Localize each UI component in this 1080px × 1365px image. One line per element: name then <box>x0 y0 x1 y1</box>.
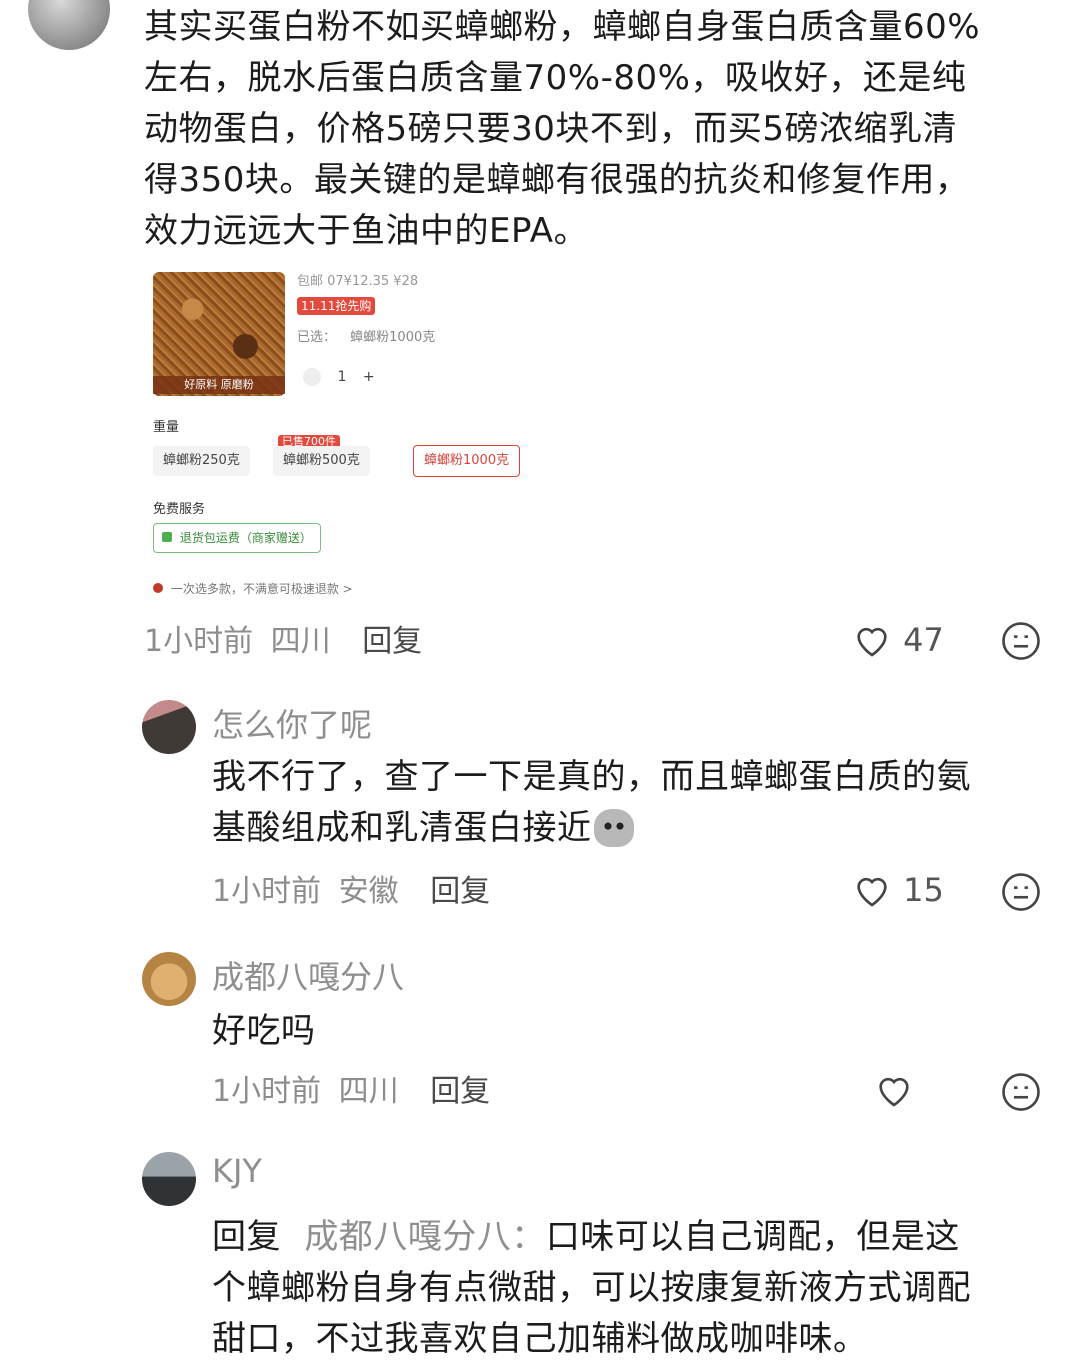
avatar[interactable] <box>142 1152 196 1206</box>
service-badge[interactable]: 退货包运费（商家赠送） <box>153 523 321 553</box>
option-500g[interactable]: 蟑螂粉500克 <box>273 446 370 476</box>
shield-icon <box>162 532 172 542</box>
cat-emoji-icon <box>593 809 634 847</box>
reply-to-user[interactable]: 成都八嘎分八： <box>304 1217 546 1257</box>
quantity-value: 1 <box>337 369 347 385</box>
like-button[interactable] <box>874 1070 914 1114</box>
comment-text: 回复 成都八嘎分八：口味可以自己调配，但是这 个蟑螂粉自身有点微甜，可以按康复新… <box>212 1217 971 1359</box>
username[interactable]: 怎么你了呢 <box>212 700 372 746</box>
like-count: 47 <box>903 621 944 659</box>
option-250g[interactable]: 蟑螂粉250克 <box>153 446 250 476</box>
reply-button[interactable]: 回复 <box>430 874 490 909</box>
minus-icon[interactable] <box>303 368 321 386</box>
comment-text: 好吃吗 <box>212 1011 316 1051</box>
reply-prefix: 回复 <box>212 1217 281 1257</box>
emoji-face-icon[interactable] <box>1000 1071 1042 1113</box>
emoji-face-icon[interactable] <box>1000 871 1042 913</box>
comment-text: 其实买蛋白粉不如买蟑螂粉，蟑螂自身蛋白质含量60% 左右，脱水后蛋白质含量70%… <box>144 7 981 251</box>
reply-button[interactable]: 回复 <box>362 624 422 659</box>
heart-icon <box>857 627 887 657</box>
selected-line: 已选： 蟑螂粉1000克 <box>297 330 436 345</box>
plus-icon[interactable]: + <box>363 369 375 385</box>
comment-meta: 1小时前 四川 回复 <box>212 1074 491 1109</box>
product-image-caption: 好原料 原磨粉 <box>153 376 285 394</box>
username[interactable]: 成都八嘎分八 <box>212 952 404 998</box>
like-count: 15 <box>903 871 944 909</box>
price-line: 包邮 07¥12.35 ¥28 <box>297 274 419 289</box>
comment-text: 我不行了，查了一下是真的，而且蟑螂蛋白质的氨 基酸组成和乳清蛋白接近 <box>212 757 971 848</box>
comment-meta: 1小时前 四川 回复 <box>144 624 423 659</box>
reply-button[interactable]: 回复 <box>430 1074 490 1109</box>
avatar[interactable] <box>142 700 196 754</box>
weight-label: 重量 <box>153 420 180 435</box>
quantity-stepper[interactable]: 1 + <box>303 368 383 392</box>
option-1000g[interactable]: 蟑螂粉1000克 <box>413 445 521 477</box>
fire-icon <box>153 583 163 593</box>
like-button[interactable]: 15 <box>852 870 944 914</box>
product-screenshot[interactable]: 好原料 原磨粉 包邮 07¥12.35 ¥28 11.11抢先购 已选： 蟑螂粉… <box>145 262 565 607</box>
avatar[interactable] <box>142 952 196 1006</box>
comment-meta: 1小时前 安徽 回复 <box>212 874 491 909</box>
username[interactable]: KJY <box>212 1152 262 1190</box>
service-label: 免费服务 <box>153 502 206 517</box>
heart-icon <box>857 877 887 907</box>
like-button[interactable]: 47 <box>852 620 944 664</box>
footer-note: 一次选多款，不满意可极速退款 > <box>153 580 353 597</box>
promo-tag: 11.11抢先购 <box>297 297 376 315</box>
heart-icon <box>879 1077 909 1107</box>
avatar[interactable] <box>28 0 110 50</box>
emoji-face-icon[interactable] <box>1000 620 1042 662</box>
